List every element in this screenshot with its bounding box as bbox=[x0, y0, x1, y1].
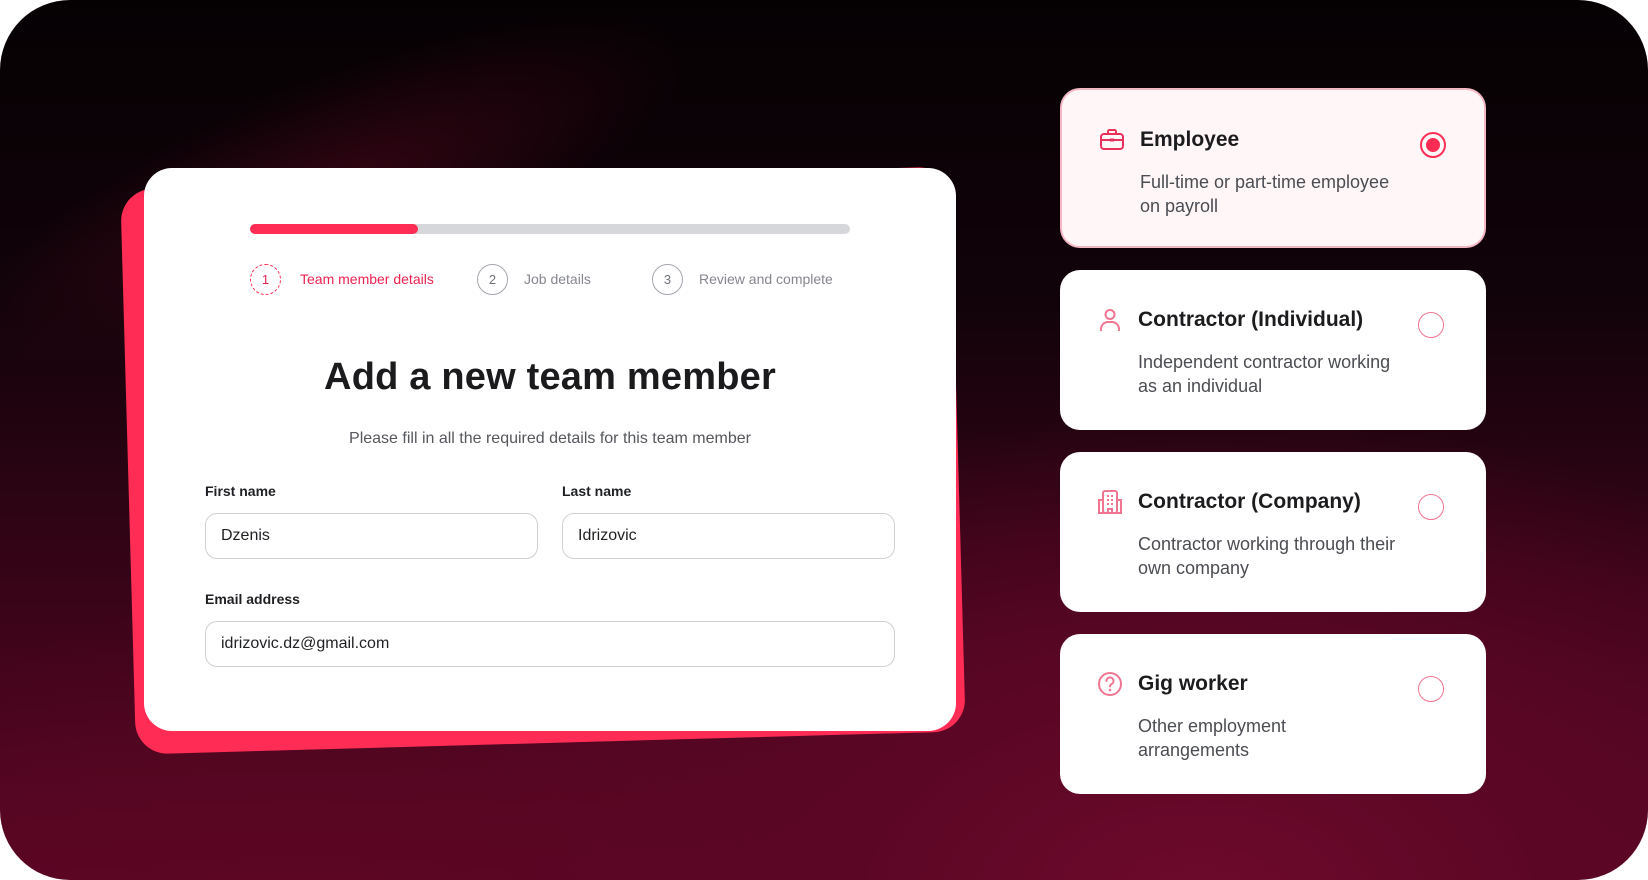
question-icon bbox=[1098, 672, 1122, 696]
step-label: Team member details bbox=[300, 271, 434, 287]
option-employee[interactable]: Employee Full-time or part-time employee… bbox=[1060, 88, 1486, 248]
progress-bar-fill bbox=[250, 224, 418, 234]
step-number-badge: 3 bbox=[652, 263, 683, 295]
progress-bar bbox=[250, 224, 850, 234]
building-icon bbox=[1098, 490, 1122, 514]
page-title: Add a new team member bbox=[324, 356, 776, 398]
step-number-badge: 2 bbox=[477, 263, 508, 295]
email-label: Email address bbox=[205, 591, 300, 607]
step-review-and-complete[interactable]: 3 Review and complete bbox=[652, 262, 833, 296]
step-job-details[interactable]: 2 Job details bbox=[477, 262, 591, 296]
last-name-label: Last name bbox=[562, 483, 632, 499]
option-radio[interactable] bbox=[1418, 494, 1444, 520]
option-title: Contractor (Individual) bbox=[1138, 308, 1364, 331]
first-name-label: First name bbox=[205, 483, 276, 499]
step-label: Job details bbox=[524, 271, 591, 287]
option-description: Independent contractor working as an ind… bbox=[1138, 352, 1391, 396]
add-member-form-card: 1 Team member details 2 Job details 3 Re… bbox=[144, 168, 956, 731]
option-title: Employee bbox=[1140, 128, 1240, 151]
option-title: Gig worker bbox=[1138, 672, 1248, 695]
option-contractor-company[interactable]: Contractor (Company) Contractor working … bbox=[1060, 452, 1486, 612]
option-title: Contractor (Company) bbox=[1138, 490, 1361, 513]
step-team-member-details[interactable]: 1 Team member details bbox=[250, 262, 434, 296]
option-description: Other employment arrangements bbox=[1138, 716, 1287, 760]
email-input[interactable]: idrizovic.dz@gmail.com bbox=[205, 621, 895, 667]
option-radio[interactable] bbox=[1418, 676, 1444, 702]
option-radio[interactable] bbox=[1420, 132, 1446, 158]
first-name-input[interactable]: Dzenis bbox=[205, 513, 538, 559]
option-description: Full-time or part-time employee on payro… bbox=[1140, 172, 1390, 216]
step-number-badge: 1 bbox=[250, 263, 281, 295]
option-gig-worker[interactable]: Gig worker Other employment arrangements bbox=[1060, 634, 1486, 794]
option-description: Contractor working through their own com… bbox=[1138, 534, 1396, 578]
briefcase-icon bbox=[1100, 129, 1124, 150]
option-contractor-individual[interactable]: Contractor (Individual) Independent cont… bbox=[1060, 270, 1486, 430]
step-label: Review and complete bbox=[699, 271, 833, 287]
background-stage: 1 Team member details 2 Job details 3 Re… bbox=[0, 0, 1648, 880]
person-icon bbox=[1100, 309, 1120, 331]
page-subtitle: Please fill in all the required details … bbox=[349, 430, 751, 447]
option-radio[interactable] bbox=[1418, 312, 1444, 338]
last-name-input[interactable]: Idrizovic bbox=[562, 513, 895, 559]
